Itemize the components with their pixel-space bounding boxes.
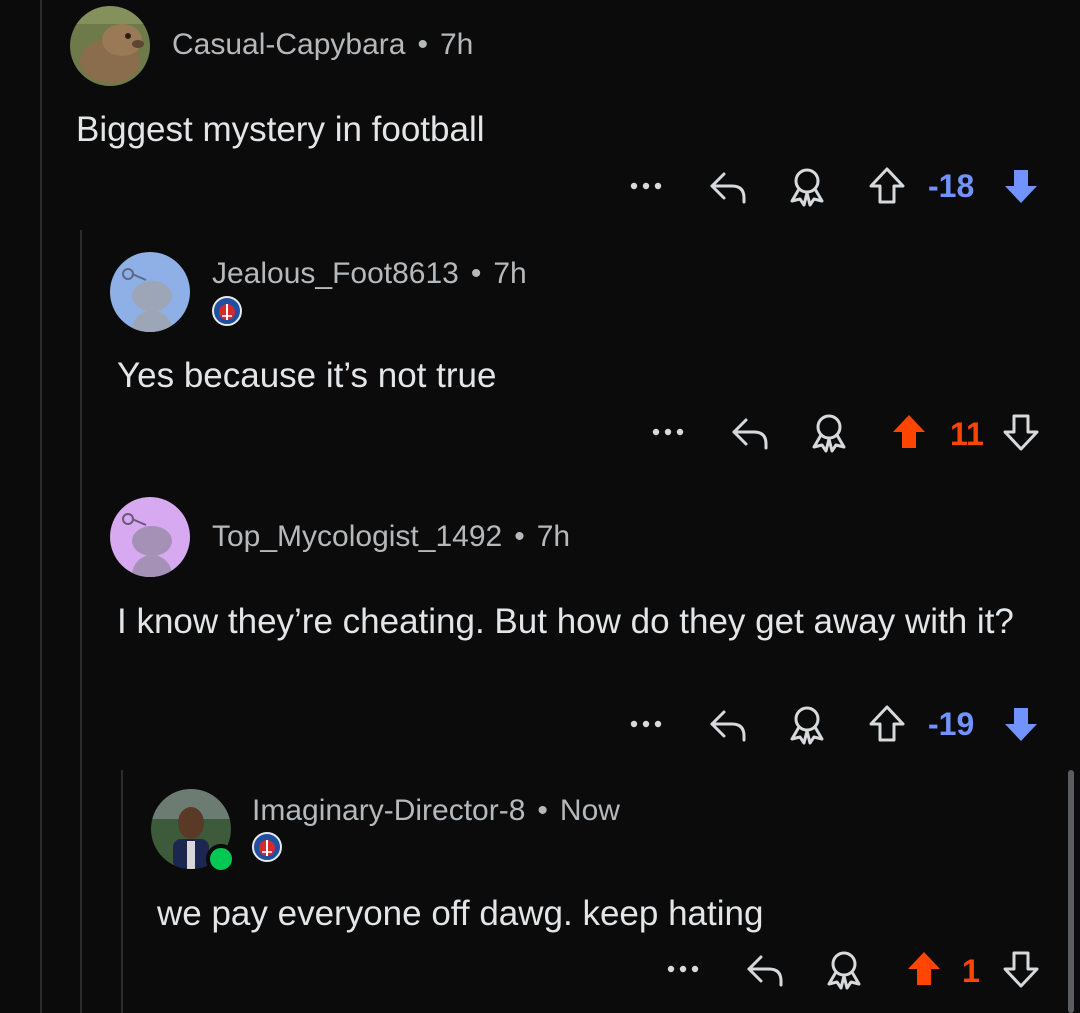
timestamp: 7h (439, 28, 474, 61)
comment-body: I know they’re cheating. But how do they… (117, 602, 1014, 641)
timestamp: 7h (536, 520, 571, 553)
reply-arrow-icon[interactable] (728, 408, 772, 456)
separator: • (417, 28, 428, 61)
online-status-indicator (206, 844, 236, 874)
award-icon[interactable] (821, 945, 867, 993)
comment-body: Biggest mystery in football (76, 110, 485, 149)
downvote-arrow-icon[interactable] (1000, 945, 1042, 993)
upvote-arrow-icon[interactable] (888, 408, 930, 456)
more-horizontal-icon[interactable] (628, 162, 664, 210)
downvote-arrow-icon[interactable] (1000, 162, 1042, 210)
vote-score: -18 (928, 168, 975, 204)
thread-line-level-1[interactable] (80, 230, 82, 1013)
downvote-arrow-icon[interactable] (1000, 700, 1042, 748)
upvote-arrow-icon[interactable] (903, 945, 945, 993)
comment-meta: Top_Mycologist_1492 • 7h (212, 520, 570, 554)
thread-line-level-0[interactable] (40, 0, 42, 1013)
avatar[interactable] (70, 6, 150, 86)
timestamp: Now (559, 794, 620, 827)
upvote-arrow-icon[interactable] (866, 162, 908, 210)
vote-score: 11 (950, 416, 984, 452)
username[interactable]: Casual-Capybara (172, 28, 405, 62)
comment-actions: -19 (0, 700, 1080, 748)
reply-arrow-icon[interactable] (743, 945, 787, 993)
more-horizontal-icon[interactable] (665, 945, 701, 993)
separator: • (514, 520, 525, 553)
award-icon[interactable] (806, 408, 852, 456)
comment-body: Yes because it’s not true (117, 356, 497, 395)
username[interactable]: Top_Mycologist_1492 (212, 520, 502, 554)
comment-body: we pay everyone off dawg. keep hating (157, 894, 764, 933)
award-icon[interactable] (784, 162, 830, 210)
separator: • (470, 257, 482, 290)
psg-crest-icon[interactable] (252, 832, 282, 862)
comment-actions: 11 (0, 408, 1080, 456)
username[interactable]: Jealous_Foot8613 (212, 257, 459, 291)
comment-meta: Imaginary-Director-8 • Now (252, 794, 620, 828)
more-horizontal-icon[interactable] (628, 700, 664, 748)
downvote-arrow-icon[interactable] (1000, 408, 1042, 456)
award-icon[interactable] (784, 700, 830, 748)
comment-meta: Jealous_Foot8613 • 7h (212, 257, 527, 291)
timestamp: 7h (493, 257, 527, 290)
more-horizontal-icon[interactable] (650, 408, 686, 456)
comment-meta: Casual-Capybara • 7h (172, 28, 473, 62)
comment-actions: -18 (0, 162, 1080, 210)
avatar[interactable] (110, 252, 190, 332)
vote-score: 1 (962, 953, 980, 989)
reply-arrow-icon[interactable] (706, 162, 750, 210)
psg-crest-icon[interactable] (212, 296, 242, 326)
separator: • (537, 794, 548, 827)
avatar[interactable] (110, 497, 190, 577)
upvote-arrow-icon[interactable] (866, 700, 908, 748)
username[interactable]: Imaginary-Director-8 (252, 794, 525, 828)
vote-score: -19 (928, 706, 975, 742)
scrollbar[interactable] (1068, 770, 1074, 1013)
reply-arrow-icon[interactable] (706, 700, 750, 748)
comment-actions: 1 (0, 945, 1080, 993)
